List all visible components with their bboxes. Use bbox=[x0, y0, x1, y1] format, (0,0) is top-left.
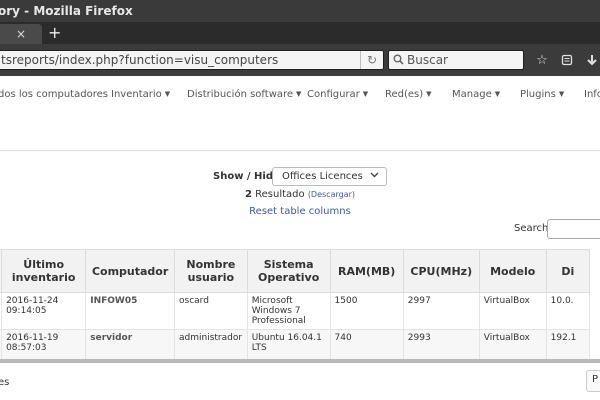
cell-cpu: 2997 bbox=[402, 292, 480, 330]
cell-nombre-usuario: oscard bbox=[174, 292, 248, 330]
cell-cpu: 2993 bbox=[402, 329, 480, 362]
cell-computador-link[interactable]: servidor bbox=[85, 329, 176, 362]
menu-item-redes[interactable]: Red(es) ▼ bbox=[385, 89, 432, 100]
table-info-text: es bbox=[0, 377, 10, 388]
download-icon[interactable] bbox=[584, 54, 600, 68]
column-header-direccion[interactable]: Di bbox=[545, 249, 591, 293]
cell-computador-link[interactable]: INFOW05 bbox=[85, 292, 176, 330]
navigation-toolbar: tsreports/index.php?function=visu_comput… bbox=[0, 44, 600, 76]
column-header-nombre-usuario[interactable]: Nombre usuario bbox=[174, 249, 248, 293]
cell-direccion: 10.0. bbox=[545, 292, 591, 330]
caret-down-icon: ▼ bbox=[426, 90, 432, 98]
cell-sistema-operativo: Ubuntu 16.04.1 LTS bbox=[246, 329, 331, 362]
download-link[interactable]: (Descargar) bbox=[308, 190, 355, 199]
menu-item-all-computers[interactable]: dos los computadores bbox=[0, 89, 108, 100]
caret-down-icon: ▼ bbox=[362, 90, 369, 98]
caret-down-icon: ▼ bbox=[494, 90, 501, 98]
column-header-sistema-operativo[interactable]: Sistema Operativo bbox=[246, 249, 331, 293]
result-word: Resultado bbox=[255, 189, 305, 200]
table-header-row: Último inventario Computador Nombre usua… bbox=[0, 249, 591, 293]
result-count-line: 2 Resultado (Descargar) bbox=[0, 189, 600, 200]
search-placeholder: Buscar bbox=[407, 53, 448, 67]
browser-search-input[interactable]: Buscar bbox=[388, 50, 524, 70]
table-row[interactable]: 2016-11-24 09:14:05 INFOW05 oscard Micro… bbox=[0, 292, 591, 330]
browser-tab[interactable]: × bbox=[0, 24, 42, 44]
chevron-down-icon bbox=[370, 168, 379, 185]
url-bar[interactable]: tsreports/index.php?function=visu_comput… bbox=[0, 50, 384, 70]
cell-ultimo-inventario: 2016-11-24 09:14:05 bbox=[1, 292, 87, 330]
bookmark-star-icon[interactable]: ☆ bbox=[534, 54, 550, 68]
cell-sistema-operativo: Microsoft Windows 7 Professional bbox=[246, 292, 331, 330]
url-text[interactable]: tsreports/index.php?function=visu_comput… bbox=[1, 51, 278, 70]
search-icon bbox=[393, 51, 404, 69]
menu-item-configurar[interactable]: Configurar ▼ bbox=[307, 89, 368, 100]
reset-columns-link-row: Reset table columns bbox=[0, 206, 600, 217]
computers-table: Último inventario Computador Nombre usua… bbox=[0, 249, 591, 362]
new-tab-button[interactable]: + bbox=[48, 22, 61, 44]
caret-down-icon: ▼ bbox=[164, 90, 171, 98]
pagination-button[interactable]: P bbox=[586, 370, 600, 392]
tab-strip: × + bbox=[0, 22, 600, 44]
result-count: 2 bbox=[244, 189, 252, 200]
reload-button[interactable]: ↻ bbox=[360, 51, 383, 69]
show-hide-selected-value: Offices Licences bbox=[282, 171, 363, 182]
cell-ram: 1500 bbox=[329, 292, 404, 330]
cell-direccion: 192.1 bbox=[545, 329, 591, 362]
menu-item-plugins[interactable]: Plugins ▼ bbox=[520, 89, 564, 100]
window-title-bar: ory - Mozilla Firefox bbox=[0, 0, 600, 22]
menu-item-distribucion-software[interactable]: Distribución software ▼ bbox=[187, 89, 301, 100]
cell-modelo: VirtualBox bbox=[478, 329, 547, 362]
reset-columns-link[interactable]: Reset table columns bbox=[249, 206, 351, 217]
column-header-cpu[interactable]: CPU(MHz) bbox=[402, 249, 480, 293]
table-row[interactable]: 2016-11-19 08:57:03 servidor administrad… bbox=[0, 329, 591, 362]
menu-item-inventario[interactable]: Inventario ▼ bbox=[111, 89, 170, 100]
pagination-button-label: P bbox=[592, 374, 599, 385]
menu-item-manage[interactable]: Manage ▼ bbox=[452, 89, 500, 100]
cell-ultimo-inventario: 2016-11-19 08:57:03 bbox=[1, 329, 87, 362]
caret-down-icon: ▼ bbox=[558, 90, 565, 98]
cell-modelo: VirtualBox bbox=[478, 292, 547, 330]
tab-close-icon[interactable]: × bbox=[16, 27, 26, 41]
column-header-modelo[interactable]: Modelo bbox=[478, 249, 547, 293]
cell-ram: 740 bbox=[329, 329, 404, 362]
cell-nombre-usuario: administrador bbox=[174, 329, 248, 362]
menu-item-info[interactable]: Info bbox=[584, 89, 600, 100]
caret-down-icon: ▼ bbox=[296, 90, 302, 98]
table-search-input[interactable] bbox=[547, 219, 600, 239]
reading-list-icon[interactable] bbox=[559, 54, 575, 68]
horizontal-scrollbar[interactable] bbox=[0, 359, 600, 363]
column-header-ultimo-inventario[interactable]: Último inventario bbox=[1, 249, 87, 293]
column-header-computador[interactable]: Computador bbox=[85, 249, 176, 293]
window-title: ory - Mozilla Firefox bbox=[0, 4, 133, 18]
column-header-ram[interactable]: RAM(MB) bbox=[329, 249, 404, 293]
app-menu: dos los computadores Inventario ▼ Distrib… bbox=[0, 76, 600, 151]
show-hide-select[interactable]: Offices Licences bbox=[272, 167, 387, 186]
